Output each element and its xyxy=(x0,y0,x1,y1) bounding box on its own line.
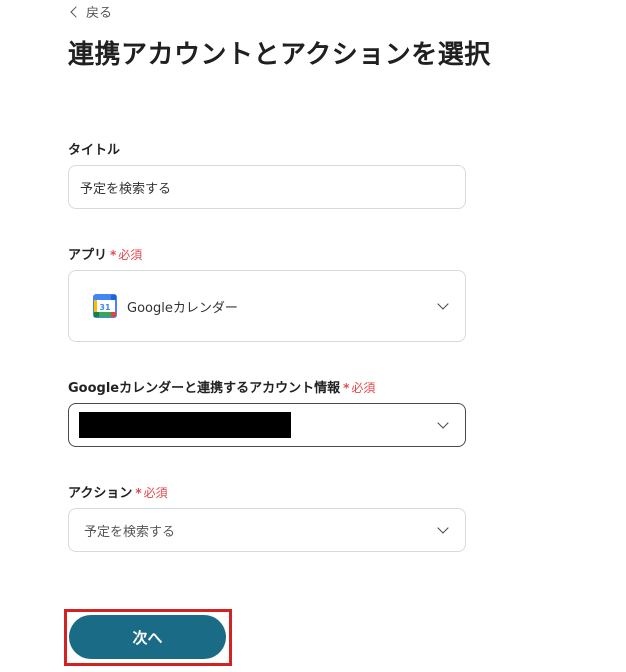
chevron-down-icon xyxy=(437,522,449,534)
required-badge: * 必須 xyxy=(135,486,168,500)
redacted-account xyxy=(79,412,291,438)
action-select[interactable]: 予定を検索する xyxy=(68,508,466,552)
google-calendar-icon: 31 xyxy=(93,294,117,318)
account-label-text: Googleカレンダーと連携するアカウント情報 xyxy=(68,381,341,396)
title-input-value: 予定を検索する xyxy=(80,181,172,197)
app-label: アプリ * 必須 xyxy=(68,244,142,263)
action-select-value: 予定を検索する xyxy=(84,524,176,540)
action-label-text: アクション xyxy=(68,486,133,501)
title-label: タイトル xyxy=(68,143,121,158)
chevron-left-icon xyxy=(70,6,82,18)
back-label: 戻る xyxy=(86,6,113,21)
account-label: Googleカレンダーと連携するアカウント情報 * 必須 xyxy=(68,377,375,396)
app-label-text: アプリ xyxy=(68,248,108,263)
chevron-down-icon xyxy=(437,417,449,429)
account-select[interactable] xyxy=(68,403,466,447)
required-badge: * 必須 xyxy=(110,248,143,262)
app-select-value: Googleカレンダー xyxy=(127,300,238,316)
app-select[interactable]: 31 Googleカレンダー xyxy=(68,270,466,342)
svg-text:31: 31 xyxy=(99,303,111,312)
back-link[interactable]: 戻る xyxy=(70,2,113,21)
required-badge: * 必須 xyxy=(343,381,376,395)
next-button[interactable]: 次へ xyxy=(69,615,226,659)
title-input[interactable]: 予定を検索する xyxy=(68,165,466,209)
chevron-down-icon xyxy=(437,298,449,310)
action-label: アクション * 必須 xyxy=(68,482,168,501)
page-title: 連携アカウントとアクションを選択 xyxy=(68,40,491,70)
